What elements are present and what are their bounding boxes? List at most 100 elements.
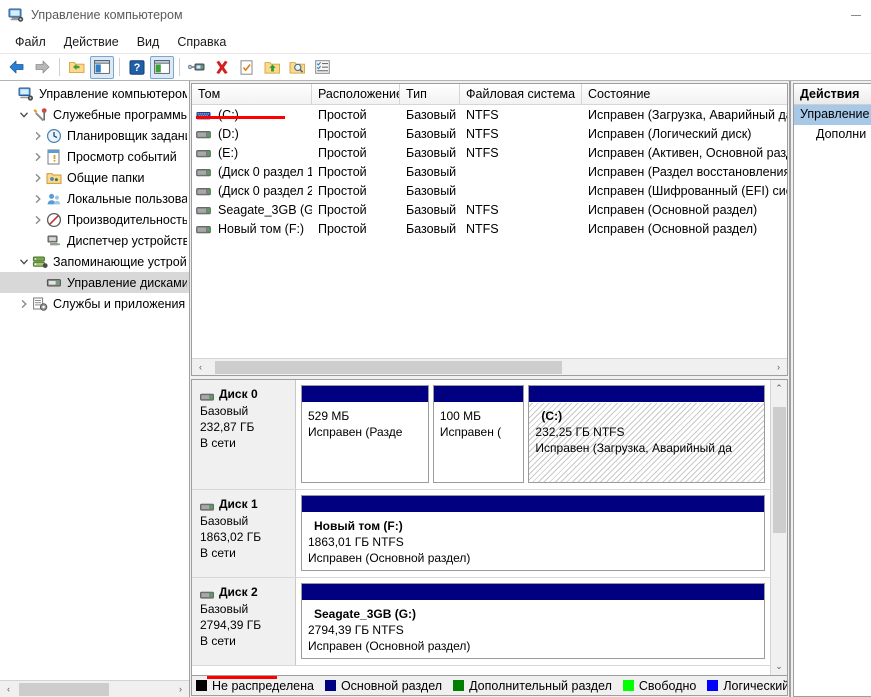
tree-node-10[interactable]: Службы и приложения <box>0 293 189 314</box>
partition-block[interactable]: 100 МБ Исправен ( <box>432 385 525 483</box>
tree-node-4[interactable]: Общие папки <box>0 167 189 188</box>
actions-header: Действия <box>794 84 871 105</box>
action-item-disk-management[interactable]: Управление , <box>794 105 871 125</box>
chevron-right-icon[interactable] <box>30 131 46 141</box>
disk-view-vertical-scrollbar[interactable]: ⌃ ⌄ <box>770 380 787 675</box>
disk-list[interactable]: Диск 0 Базовый 232,87 ГБ В сети 529 МБ Исп… <box>192 380 770 675</box>
disk-size: 232,87 ГБ <box>200 420 255 434</box>
help-icon[interactable]: ? <box>125 56 149 79</box>
volume-row[interactable]: Новый том (F:) Простой Базовый NTFS Исправен… <box>192 219 787 238</box>
disk-type: Базовый <box>200 514 249 528</box>
tree-scroll-thumb[interactable] <box>19 682 109 696</box>
disk-row[interactable]: Диск 1 Базовый 1863,02 ГБ В сети Новый то… <box>192 490 770 578</box>
minimize-button[interactable] <box>841 0 871 30</box>
chevron-down-icon[interactable] <box>16 110 32 120</box>
volume-column-header-4[interactable]: Состояние <box>582 84 787 104</box>
volume-disk-icon <box>196 186 211 196</box>
volume-disk-icon <box>196 148 211 158</box>
show-folder-icon[interactable] <box>65 56 89 79</box>
chevron-down-icon[interactable] <box>16 257 32 267</box>
volume-column-header-3[interactable]: Файловая система <box>460 84 582 104</box>
device-manager-icon <box>46 233 62 249</box>
console-tree-pane: Управление компьютером (л Служебные прогр… <box>0 81 190 697</box>
volume-row[interactable]: (D:) Простой Базовый NTFS Исправен (Логическ… <box>192 124 787 143</box>
chevron-right-icon[interactable] <box>30 194 46 204</box>
volume-column-header-0[interactable]: Том <box>192 84 312 104</box>
vl-scroll-left-arrow-icon[interactable]: ‹ <box>192 359 209 376</box>
tree-horizontal-scrollbar[interactable]: ‹ › <box>0 680 189 697</box>
tree-node-label: Просмотр событий <box>67 149 177 164</box>
checklist-icon[interactable] <box>235 56 259 79</box>
action-item-more[interactable]: Дополни <box>794 125 871 145</box>
scroll-left-arrow-icon[interactable]: ‹ <box>0 681 17 697</box>
tree-scroll-track[interactable] <box>17 680 172 697</box>
disk-scroll-track[interactable] <box>771 397 788 658</box>
tree-node-label: Службы и приложения <box>53 296 186 311</box>
tree-node-0[interactable]: Управление компьютером (л <box>0 83 189 104</box>
list-view-icon[interactable] <box>310 56 334 79</box>
volume-row[interactable]: (Диск 0 раздел 1) Простой Базовый Исправен … <box>192 162 787 181</box>
disk-row[interactable]: Диск 0 Базовый 232,87 ГБ В сети 529 МБ Исп… <box>192 380 770 490</box>
tree-node-7[interactable]: Диспетчер устройств <box>0 230 189 251</box>
disk-info-panel[interactable]: Диск 2 Базовый 2794,39 ГБ В сети <box>192 578 296 665</box>
disk-icon <box>200 390 214 400</box>
partition-block[interactable]: Новый том (F:) 1863,01 ГБ NTFS Исправен (О… <box>301 495 765 571</box>
vl-scroll-thumb[interactable] <box>214 360 563 374</box>
volume-cell-fs: NTFS <box>466 221 499 236</box>
scroll-right-arrow-icon[interactable]: › <box>172 681 189 697</box>
partition-strip: Seagate_3GB (G:) 2794,39 ГБ NTFS Исправен … <box>296 578 770 665</box>
partition-block[interactable]: (C:) 232,25 ГБ NTFS Исправен (Загрузка, Ав… <box>528 385 765 483</box>
partition-details: (C:) 232,25 ГБ NTFS Исправен (Загрузка, Ав… <box>529 403 764 482</box>
volume-row[interactable]: (C:) Простой Базовый NTFS Исправен (Загрузка… <box>192 105 787 124</box>
volume-cell-status: Исправен (Шифрованный (EFI) систе <box>588 183 787 198</box>
volume-row[interactable]: Seagate_3GB (G:) Простой Базовый NTFS Исправ… <box>192 200 787 219</box>
volume-column-header-1[interactable]: Расположение <box>312 84 400 104</box>
tree-node-8[interactable]: Запоминающие устройст <box>0 251 189 272</box>
tree-node-5[interactable]: Локальные пользовате <box>0 188 189 209</box>
menu-help[interactable]: Справка <box>168 32 235 52</box>
scroll-down-arrow-icon[interactable]: ⌄ <box>771 658 788 675</box>
tree-node-1[interactable]: Служебные программы <box>0 104 189 125</box>
partition-status: Исправен (Основной раздел) <box>308 551 471 565</box>
back-icon[interactable] <box>5 56 29 79</box>
show-action-pane-icon[interactable] <box>150 55 174 79</box>
show-console-tree-icon[interactable] <box>90 55 114 79</box>
volume-cell-layout: Простой <box>318 107 367 122</box>
console-tree[interactable]: Управление компьютером (л Служебные прогр… <box>0 81 189 680</box>
vl-scroll-track[interactable] <box>209 358 770 375</box>
chevron-right-icon[interactable] <box>30 173 46 183</box>
volume-list-body[interactable]: (C:) Простой Базовый NTFS Исправен (Загрузка… <box>192 105 787 358</box>
chevron-right-icon[interactable] <box>16 299 32 309</box>
disk-info-panel[interactable]: Диск 1 Базовый 1863,02 ГБ В сети <box>192 490 296 577</box>
tree-node-2[interactable]: Планировщик заданий <box>0 125 189 146</box>
properties-icon[interactable] <box>185 56 209 79</box>
chevron-right-icon[interactable] <box>30 152 46 162</box>
volume-name: (D:) <box>218 126 239 141</box>
menu-view[interactable]: Вид <box>128 32 169 52</box>
menu-file[interactable]: Файл <box>6 32 55 52</box>
volume-column-header-2[interactable]: Тип <box>400 84 460 104</box>
export-icon[interactable] <box>260 56 284 79</box>
disk-scroll-thumb[interactable] <box>772 407 786 533</box>
menu-action[interactable]: Действие <box>55 32 128 52</box>
volume-cell-type: Базовый <box>406 126 457 141</box>
tree-node-3[interactable]: Просмотр событий <box>0 146 189 167</box>
partition-block[interactable]: Seagate_3GB (G:) 2794,39 ГБ NTFS Исправен … <box>301 583 765 659</box>
vl-scroll-right-arrow-icon[interactable]: › <box>770 359 787 376</box>
chevron-right-icon[interactable] <box>30 215 46 225</box>
partition-block[interactable]: 529 МБ Исправен (Разде <box>301 385 429 483</box>
volume-row[interactable]: (Диск 0 раздел 2) Простой Базовый Исправен … <box>192 181 787 200</box>
scroll-up-arrow-icon[interactable]: ⌃ <box>771 380 788 397</box>
tree-node-6[interactable]: Производительность <box>0 209 189 230</box>
disk-row[interactable]: Диск 2 Базовый 2794,39 ГБ В сети Seagate_… <box>192 578 770 666</box>
volume-row[interactable]: (E:) Простой Базовый NTFS Исправен (Активен,… <box>192 143 787 162</box>
volume-disk-icon <box>196 224 211 234</box>
tree-node-9[interactable]: Управление дисками <box>0 272 189 293</box>
delete-icon[interactable] <box>210 56 234 79</box>
search-icon[interactable] <box>285 56 309 79</box>
disk-info-panel[interactable]: Диск 0 Базовый 232,87 ГБ В сети <box>192 380 296 489</box>
volume-list-horizontal-scrollbar[interactable]: ‹ › <box>192 358 787 375</box>
disk-type: Базовый <box>200 602 249 616</box>
volume-name: (Диск 0 раздел 1) <box>218 164 312 179</box>
forward-icon[interactable] <box>30 56 54 79</box>
